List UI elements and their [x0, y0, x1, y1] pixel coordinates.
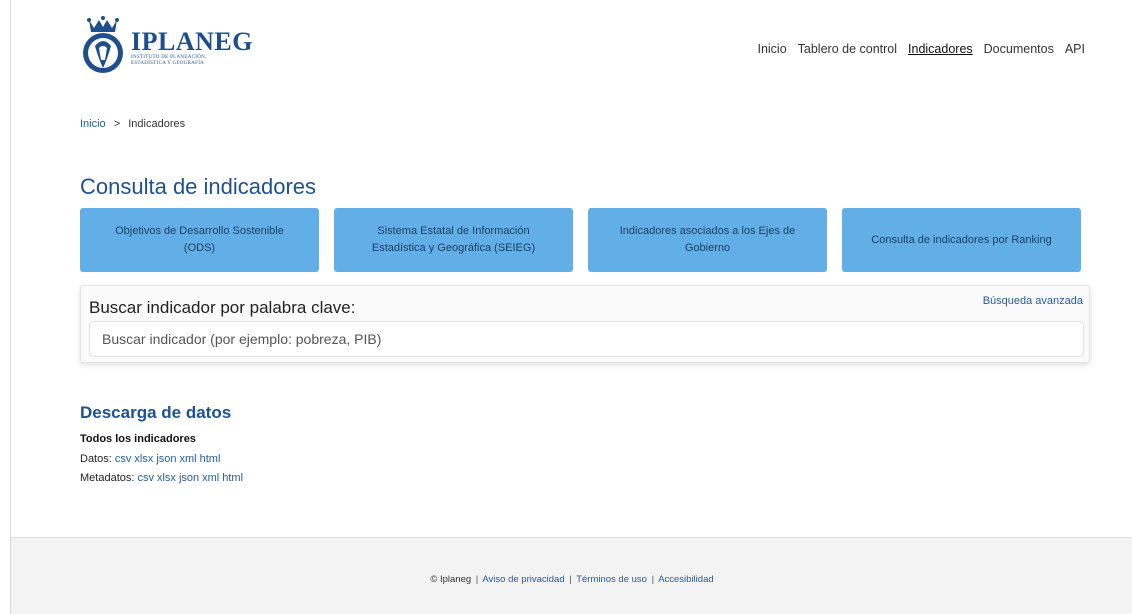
footer-separator: |	[569, 574, 572, 585]
data-xlsx-link[interactable]: xlsx	[134, 453, 153, 465]
metadata-html-link[interactable]: html	[222, 472, 243, 484]
breadcrumb-current: Indicadores	[128, 118, 186, 130]
search-input[interactable]	[89, 321, 1084, 357]
breadcrumb-separator: >	[113, 118, 121, 130]
metadata-download-label: Metadatos:	[80, 472, 135, 484]
downloads-title: Descarga de datos	[80, 403, 232, 422]
metadata-download-row: Metadatos: csv xlsx json xml html	[80, 472, 246, 484]
card-label: Consulta de indicadores por Ranking	[871, 233, 1052, 246]
nav-item-inicio[interactable]: Inicio	[757, 42, 786, 56]
search-title: Buscar indicador por palabra clave:	[89, 298, 356, 317]
site-footer: © Iplaneg | Aviso de privacidad | Términ…	[11, 537, 1132, 614]
search-panel: Buscar indicador por palabra clave: Búsq…	[80, 285, 1090, 363]
footer-terms-link[interactable]: Términos de uso	[576, 574, 647, 585]
metadata-xml-link[interactable]: xml	[202, 472, 219, 484]
data-download-row: Datos: csv xlsx json xml html	[80, 453, 223, 465]
footer-privacy-link[interactable]: Aviso de privacidad	[482, 574, 564, 585]
metadata-xlsx-link[interactable]: xlsx	[157, 472, 176, 484]
nav-item-tablero[interactable]: Tablero de control	[798, 42, 897, 56]
page-title: Consulta de indicadores	[80, 174, 317, 199]
card-ejes-gobierno-button[interactable]: Indicadores asociados a los Ejes de Gobi…	[588, 208, 827, 272]
data-html-link[interactable]: html	[200, 453, 221, 465]
logo-name: IPLANEG	[131, 27, 253, 56]
site-header: IPLANEG INSTITUTO DE PLANEACIÓN, ESTADÍS…	[11, 0, 1132, 100]
data-json-link[interactable]: json	[156, 453, 176, 465]
category-cards: Objetivos de Desarrollo Sostenible (ODS)…	[80, 208, 1081, 272]
metadata-json-link[interactable]: json	[179, 472, 199, 484]
footer-accessibility-link[interactable]: Accesibilidad	[658, 574, 713, 585]
advanced-search-link[interactable]: Búsqueda avanzada	[983, 295, 1083, 307]
nav-item-documentos[interactable]: Documentos	[984, 42, 1054, 56]
footer-separator: |	[475, 574, 479, 585]
data-csv-link[interactable]: csv	[115, 453, 132, 465]
metadata-csv-link[interactable]: csv	[137, 472, 154, 484]
page-frame: IPLANEG INSTITUTO DE PLANEACIÓN, ESTADÍS…	[10, 0, 1132, 614]
main-nav: Inicio Tablero de control Indicadores Do…	[757, 42, 1085, 56]
nav-item-api[interactable]: API	[1065, 42, 1085, 56]
footer-links: © Iplaneg | Aviso de privacidad | Términ…	[11, 574, 1132, 585]
data-xml-link[interactable]: xml	[180, 453, 197, 465]
logo-text: IPLANEG INSTITUTO DE PLANEACIÓN, ESTADÍS…	[131, 29, 253, 67]
card-label: Indicadores asociados a los Ejes de Gobi…	[619, 225, 796, 254]
card-ods-button[interactable]: Objetivos de Desarrollo Sostenible (ODS)	[80, 208, 319, 272]
nav-item-indicadores[interactable]: Indicadores	[908, 42, 973, 56]
footer-separator: |	[651, 574, 655, 585]
card-label: Objetivos de Desarrollo Sostenible (ODS)	[115, 225, 284, 254]
logo-subtitle: INSTITUTO DE PLANEACIÓN, ESTADÍSTICA Y G…	[131, 55, 207, 66]
data-download-label: Datos:	[80, 453, 112, 465]
card-seieg-button[interactable]: Sistema Estatal de Información Estadísti…	[334, 208, 573, 272]
card-ranking-button[interactable]: Consulta de indicadores por Ranking	[842, 208, 1081, 272]
site-logo[interactable]: IPLANEG INSTITUTO DE PLANEACIÓN, ESTADÍS…	[77, 16, 253, 74]
breadcrumb-home-link[interactable]: Inicio	[80, 118, 106, 130]
footer-copyright: © Iplaneg	[430, 574, 472, 585]
card-label: Sistema Estatal de Información Estadísti…	[371, 225, 536, 254]
breadcrumb: Inicio > Indicadores	[80, 118, 185, 130]
logo-emblem-icon	[83, 16, 123, 73]
downloads-subtitle: Todos los indicadores	[80, 433, 196, 445]
